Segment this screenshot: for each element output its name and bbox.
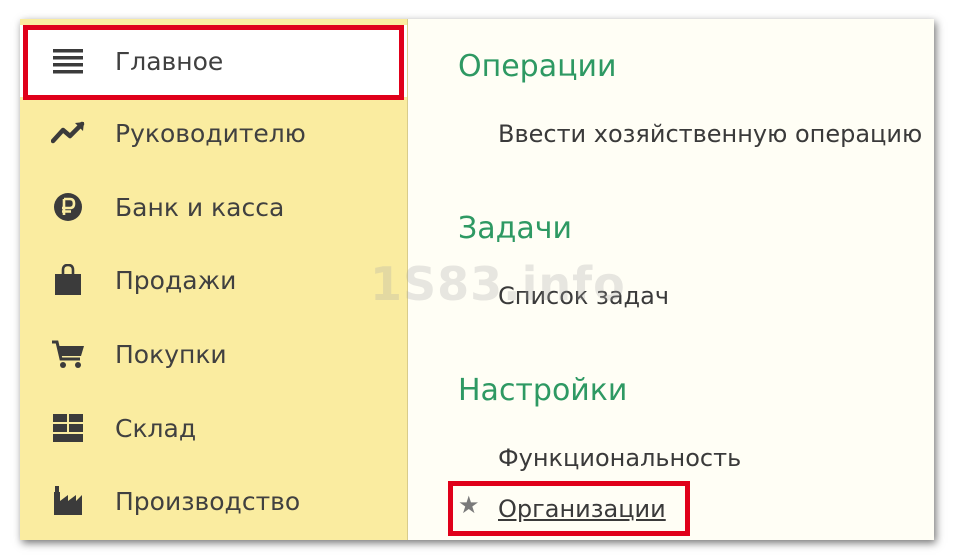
watermark: 1S83.info xyxy=(370,257,626,311)
link-functionality[interactable]: Функциональность xyxy=(498,444,741,472)
trend-chart-icon xyxy=(50,115,86,151)
section-title-settings: Настройки xyxy=(458,373,628,408)
sidebar: Главное Руководителю Банк и касса Продаж… xyxy=(20,19,408,540)
sidebar-item-manager[interactable]: Руководителю xyxy=(20,97,407,169)
sidebar-item-purchases[interactable]: Покупки xyxy=(20,318,407,390)
link-organizations[interactable]: Организации xyxy=(498,495,666,523)
sidebar-item-label: Продажи xyxy=(115,265,237,295)
favorite-star-icon[interactable]: ★ xyxy=(458,491,480,519)
warehouse-grid-icon xyxy=(50,410,86,446)
sidebar-item-main[interactable]: Главное xyxy=(20,25,407,97)
menu-icon xyxy=(50,43,86,79)
sidebar-item-label: Главное xyxy=(115,46,224,76)
sidebar-item-bank[interactable]: Банк и касса xyxy=(20,171,407,243)
shopping-cart-icon xyxy=(50,336,86,372)
ruble-coin-icon xyxy=(50,189,86,225)
factory-icon xyxy=(50,483,86,519)
sidebar-item-sales[interactable]: Продажи xyxy=(20,244,407,316)
sidebar-item-label: Склад xyxy=(115,413,197,443)
app-window: Главное Руководителю Банк и касса Продаж… xyxy=(20,19,934,540)
sidebar-item-label: Покупки xyxy=(115,339,227,369)
sidebar-item-label: Производство xyxy=(115,486,301,516)
sidebar-item-production[interactable]: Производство xyxy=(20,465,407,537)
shopping-bag-icon xyxy=(50,262,86,298)
section-title-tasks: Задачи xyxy=(458,211,572,246)
sidebar-item-label: Банк и касса xyxy=(115,192,285,222)
sidebar-item-warehouse[interactable]: Склад xyxy=(20,392,407,464)
link-enter-operation[interactable]: Ввести хозяйственную операцию xyxy=(498,120,922,148)
screenshot-frame: Главное Руководителю Банк и касса Продаж… xyxy=(0,0,953,560)
sidebar-item-label: Руководителю xyxy=(115,118,306,148)
section-title-operations: Операции xyxy=(458,49,617,84)
